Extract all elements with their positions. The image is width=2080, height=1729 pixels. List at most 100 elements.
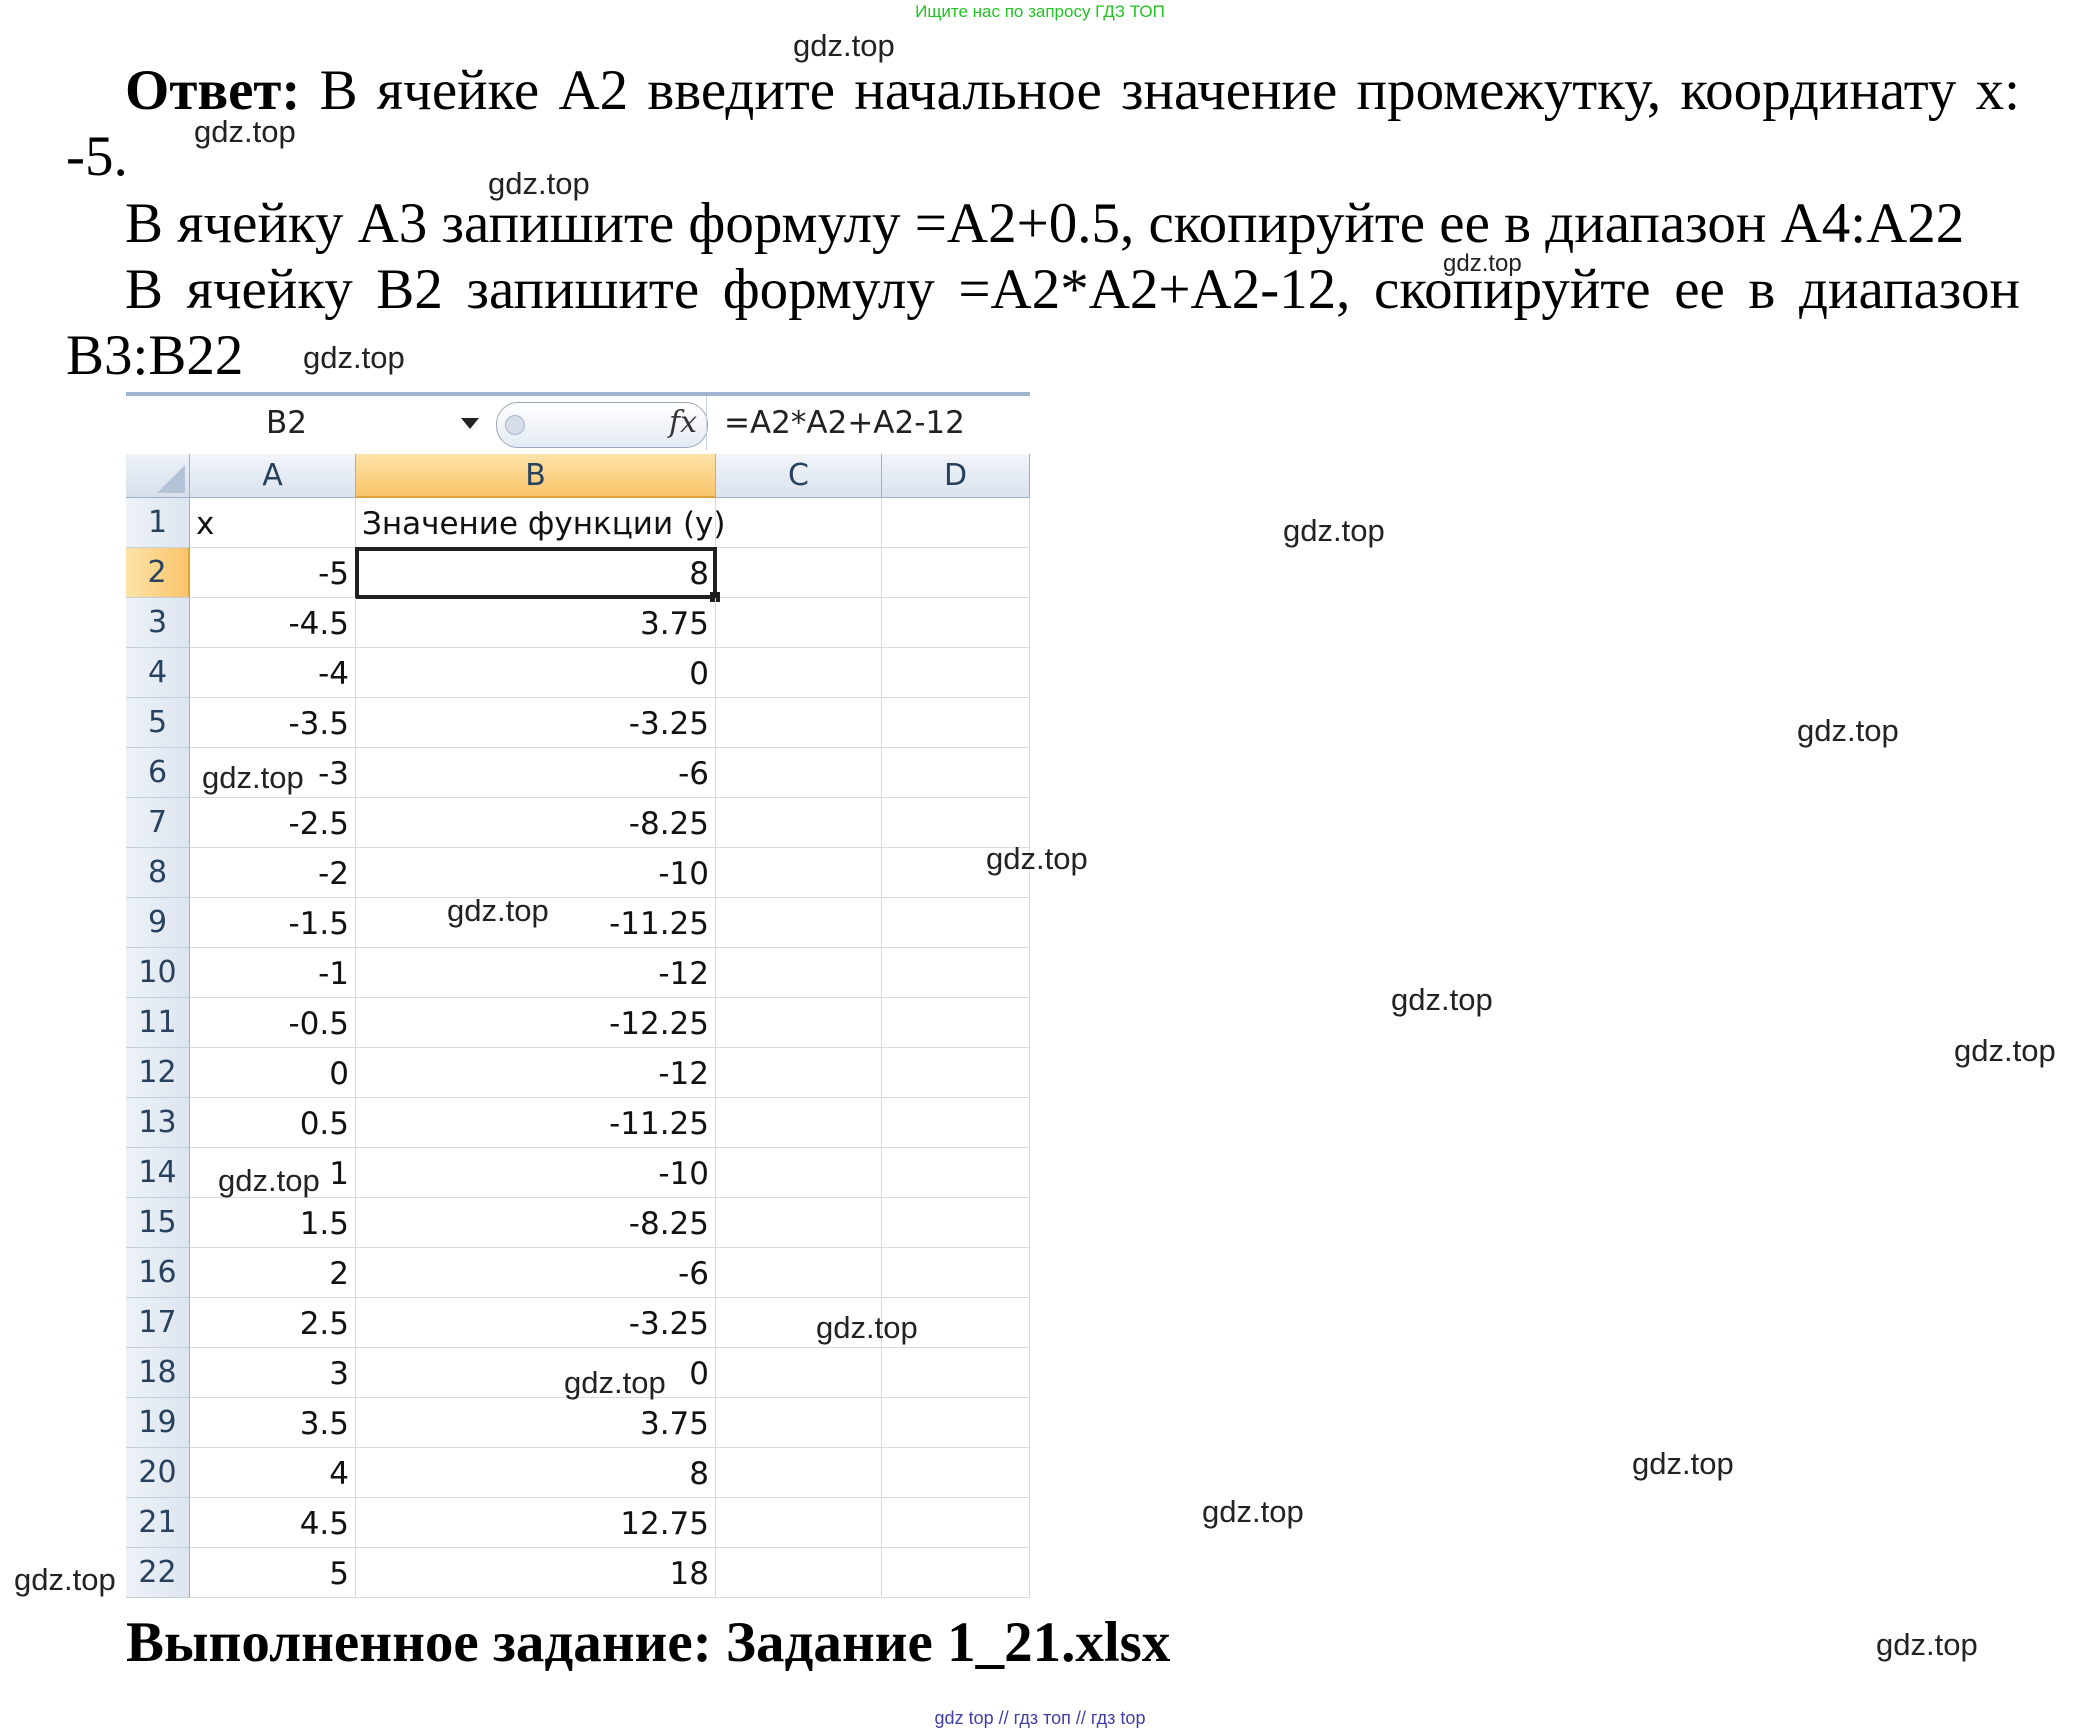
cell-d[interactable]: [882, 548, 1030, 598]
cell-b[interactable]: -10: [356, 1148, 716, 1198]
cell-d[interactable]: [882, 748, 1030, 798]
cell-a[interactable]: -2.5: [190, 798, 356, 848]
cell-a[interactable]: -4.5: [190, 598, 356, 648]
cell-c[interactable]: [716, 848, 882, 898]
cell-a[interactable]: 4.5: [190, 1498, 356, 1548]
select-all-corner[interactable]: [126, 454, 190, 498]
column-header-d[interactable]: D: [882, 454, 1030, 498]
row-header[interactable]: 1: [126, 498, 190, 548]
cell-b[interactable]: 18: [356, 1548, 716, 1598]
row-header[interactable]: 15: [126, 1198, 190, 1248]
cell-d[interactable]: [882, 1448, 1030, 1498]
cell-c[interactable]: [716, 1548, 882, 1598]
cell-b[interactable]: 8: [356, 1448, 716, 1498]
row-header[interactable]: 19: [126, 1398, 190, 1448]
cell-c[interactable]: [716, 998, 882, 1048]
cell-c[interactable]: [716, 948, 882, 998]
cell-d[interactable]: [882, 1148, 1030, 1198]
row-header[interactable]: 4: [126, 648, 190, 698]
cell-b[interactable]: -12: [356, 1048, 716, 1098]
row-header[interactable]: 14: [126, 1148, 190, 1198]
row-header[interactable]: 16: [126, 1248, 190, 1298]
cell-a[interactable]: 0.5: [190, 1098, 356, 1148]
cell-b[interactable]: -8.25: [356, 798, 716, 848]
row-header[interactable]: 6: [126, 748, 190, 798]
cell-a[interactable]: 2.5: [190, 1298, 356, 1348]
column-header-c[interactable]: C: [716, 454, 882, 498]
cell-d[interactable]: [882, 1348, 1030, 1398]
row-header[interactable]: 7: [126, 798, 190, 848]
cell-c[interactable]: [716, 1448, 882, 1498]
cell-a[interactable]: 2: [190, 1248, 356, 1298]
cell-c[interactable]: [716, 698, 882, 748]
cell-a[interactable]: 0: [190, 1048, 356, 1098]
cell-b[interactable]: -6: [356, 1248, 716, 1298]
row-header[interactable]: 20: [126, 1448, 190, 1498]
cell-a[interactable]: 4: [190, 1448, 356, 1498]
chevron-down-icon[interactable]: [461, 418, 479, 429]
row-header[interactable]: 8: [126, 848, 190, 898]
column-header-a[interactable]: A: [190, 454, 356, 498]
cell-b[interactable]: 12.75: [356, 1498, 716, 1548]
cell-b[interactable]: -10: [356, 848, 716, 898]
cell-a[interactable]: -0.5: [190, 998, 356, 1048]
cell-d[interactable]: [882, 1098, 1030, 1148]
row-header[interactable]: 10: [126, 948, 190, 998]
row-header[interactable]: 22: [126, 1548, 190, 1598]
cell-a[interactable]: -4: [190, 648, 356, 698]
footer-links[interactable]: gdz top // гдз топ // гдз top: [0, 1708, 2080, 1729]
cell-a1[interactable]: x: [190, 498, 356, 548]
cell-c[interactable]: [716, 1148, 882, 1198]
cell-c[interactable]: [716, 1398, 882, 1448]
cell-a[interactable]: 5: [190, 1548, 356, 1598]
cell-d[interactable]: [882, 1548, 1030, 1598]
cell-b[interactable]: -12.25: [356, 998, 716, 1048]
cell-c[interactable]: [716, 748, 882, 798]
row-header[interactable]: 5: [126, 698, 190, 748]
cell-b[interactable]: 0: [356, 648, 716, 698]
row-header[interactable]: 12: [126, 1048, 190, 1098]
row-header[interactable]: 17: [126, 1298, 190, 1348]
fx-icon[interactable]: fx: [669, 405, 697, 440]
cell-b[interactable]: 8: [355, 547, 717, 599]
cell-b[interactable]: -12: [356, 948, 716, 998]
cell-b1[interactable]: Значение функции (y): [356, 498, 726, 548]
row-header[interactable]: 13: [126, 1098, 190, 1148]
row-header[interactable]: 2: [126, 548, 190, 598]
cell-c[interactable]: [716, 1048, 882, 1098]
cell-b[interactable]: 3.75: [356, 598, 716, 648]
cell-d[interactable]: [882, 648, 1030, 698]
cell-a[interactable]: 1.5: [190, 1198, 356, 1248]
cell-a[interactable]: -3.5: [190, 698, 356, 748]
cell-c[interactable]: [716, 1098, 882, 1148]
cell-d[interactable]: [882, 1398, 1030, 1448]
cell-d1[interactable]: [882, 498, 1030, 548]
cell-b[interactable]: -3.25: [356, 1298, 716, 1348]
top-banner[interactable]: Ищите нас по запросу ГДЗ ТОП: [0, 2, 2080, 22]
cell-c[interactable]: [716, 1248, 882, 1298]
cell-a[interactable]: -2: [190, 848, 356, 898]
cell-b[interactable]: -8.25: [356, 1198, 716, 1248]
cell-a[interactable]: 3.5: [190, 1398, 356, 1448]
cell-d[interactable]: [882, 598, 1030, 648]
row-header[interactable]: 3: [126, 598, 190, 648]
cell-a[interactable]: -1: [190, 948, 356, 998]
cell-c[interactable]: [716, 1498, 882, 1548]
formula-input[interactable]: =A2*A2+A2-12: [724, 396, 965, 450]
cell-c[interactable]: [716, 548, 882, 598]
cell-b[interactable]: 3.75: [356, 1398, 716, 1448]
cell-c[interactable]: [716, 1198, 882, 1248]
row-header[interactable]: 21: [126, 1498, 190, 1548]
column-header-b[interactable]: B: [356, 454, 716, 498]
cell-d[interactable]: [882, 898, 1030, 948]
cell-d[interactable]: [882, 1248, 1030, 1298]
cell-b[interactable]: -3.25: [356, 698, 716, 748]
cell-b[interactable]: -11.25: [356, 1098, 716, 1148]
cell-d[interactable]: [882, 948, 1030, 998]
cell-c1[interactable]: [716, 498, 882, 548]
cell-c[interactable]: [716, 648, 882, 698]
cell-c[interactable]: [716, 898, 882, 948]
cell-d[interactable]: [882, 1198, 1030, 1248]
cell-d[interactable]: [882, 998, 1030, 1048]
row-header[interactable]: 11: [126, 998, 190, 1048]
